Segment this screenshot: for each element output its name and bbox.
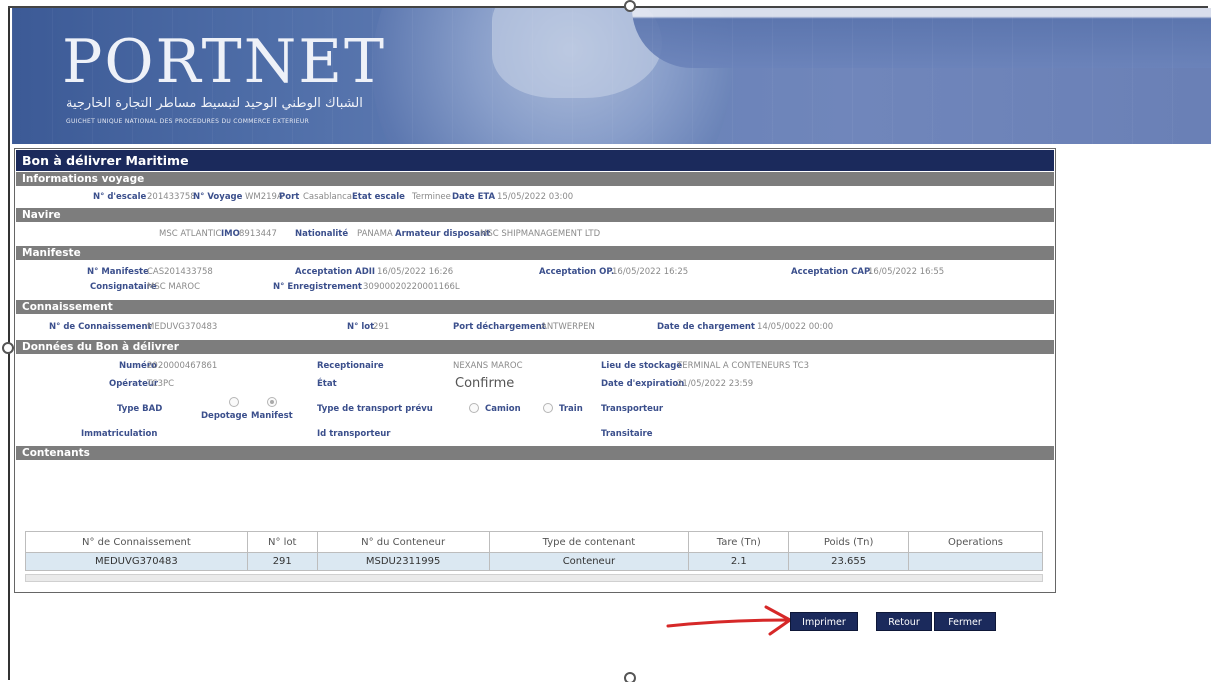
port-value: Casablanca xyxy=(303,192,353,202)
radio-depotage[interactable] xyxy=(229,397,239,407)
voyage-label: N° Voyage xyxy=(193,192,243,202)
col-tare: Tare (Tn) xyxy=(688,531,790,553)
table-scrollbar[interactable] xyxy=(25,574,1043,582)
acceptation-adii-label: Acceptation ADII xyxy=(295,267,376,277)
col-operations: Operations xyxy=(908,531,1043,553)
type-transport-label: Type de transport prévu xyxy=(317,404,433,414)
transporteur-label: Transporteur xyxy=(601,404,664,414)
acceptation-op-label: Acceptation OP. xyxy=(539,267,615,277)
immatriculation-label: Immatriculation xyxy=(81,429,158,439)
escale-value: 201433758 xyxy=(147,192,196,202)
enregistrement-label: N° Enregistrement xyxy=(273,282,362,292)
etat-value: Confirme xyxy=(455,376,515,391)
port-label: Port xyxy=(279,192,300,202)
lieu-stockage-label: Lieu de stockage xyxy=(601,361,683,371)
port-dechargement-value: ANTWERPEN xyxy=(541,322,595,332)
section-navire: Navire xyxy=(16,208,1054,222)
connaissement-num-label: N° de Connaissement xyxy=(49,322,152,332)
panel-title: Bon à délivrer Maritime xyxy=(16,150,1054,171)
col-conteneur: N° du Conteneur xyxy=(316,531,490,553)
enregistrement-value: 30900020220001166L xyxy=(363,282,460,292)
numero-value: 2020000467861 xyxy=(147,361,218,371)
type-bad-label: Type BAD xyxy=(117,404,163,414)
manifeste-num-value: CAS201433758 xyxy=(147,267,213,277)
imo-label: IMO xyxy=(221,229,240,239)
portnet-logo: PORTNET xyxy=(62,27,387,97)
section-donnees-bad: Données du Bon à délivrer xyxy=(16,340,1054,354)
nationalite-label: Nationalité xyxy=(295,229,349,239)
logo-arabic-tagline: الشباك الوطني الوحيد لتبسيط مساطر التجار… xyxy=(66,96,363,111)
acceptation-adii-value: 16/05/2022 16:26 xyxy=(377,267,454,277)
section-informations-voyage: Informations voyage xyxy=(16,172,1054,186)
bon-a-delivrer-panel: Bon à délivrer Maritime Informations voy… xyxy=(14,148,1056,593)
date-expiration-label: Date d'expiration xyxy=(601,379,685,389)
col-poids: Poids (Tn) xyxy=(788,531,910,553)
resize-handle-bottom[interactable] xyxy=(624,672,636,682)
table-header-row: N° de Connaissement N° lot N° du Contene… xyxy=(25,531,1043,553)
voyage-value: WM219A xyxy=(245,192,283,202)
cell-operations[interactable] xyxy=(908,552,1043,571)
col-connaissement: N° de Connaissement xyxy=(25,531,248,553)
imprimer-button[interactable]: Imprimer xyxy=(790,612,858,631)
radio-camion[interactable] xyxy=(469,403,479,413)
connaissement-num-value: MEDUVG370483 xyxy=(147,322,218,332)
cell-tare: 2.1 xyxy=(688,552,790,571)
navire-name: MSC ATLANTIC xyxy=(159,229,222,239)
etat-escale-label: Etat escale xyxy=(352,192,405,202)
receptionaire-label: Receptionaire xyxy=(317,361,384,371)
acceptation-op-value: 16/05/2022 16:25 xyxy=(612,267,689,277)
date-chargement-label: Date de chargement xyxy=(657,322,755,332)
consignataire-value: MSC MAROC xyxy=(147,282,201,292)
logo-french-tagline: GUICHET UNIQUE NATIONAL DES PROCEDURES D… xyxy=(66,118,310,125)
transitaire-label: Transitaire xyxy=(601,429,653,439)
page: PORTNET الشباك الوطني الوحيد لتبسيط مساط… xyxy=(0,0,1211,682)
operateur-value: TC3PC xyxy=(147,379,175,389)
cell-lot: 291 xyxy=(246,552,318,571)
lieu-stockage-value: TERMINAL A CONTENEURS TC3 xyxy=(677,361,809,371)
col-lot: N° lot xyxy=(246,531,318,553)
armateur-value: MSC SHIPMANAGEMENT LTD xyxy=(480,229,601,239)
armateur-label: Armateur disposant xyxy=(395,229,491,239)
eta-value: 15/05/2022 03:00 xyxy=(497,192,574,202)
escale-label: N° d'escale xyxy=(93,192,147,202)
lot-value: 291 xyxy=(373,322,390,332)
resize-handle-top[interactable] xyxy=(624,0,636,12)
date-chargement-value: 14/05/0022 00:00 xyxy=(757,322,834,332)
camion-option-label[interactable]: Camion xyxy=(485,404,521,414)
resize-handle-left[interactable] xyxy=(2,342,14,354)
cell-conteneur: MSDU2311995 xyxy=(316,552,490,571)
receptionaire-value: NEXANS MAROC xyxy=(453,361,523,371)
cell-type-contenant: Conteneur xyxy=(488,552,690,571)
train-option-label[interactable]: Train xyxy=(559,404,583,414)
acceptation-cap-label: Acceptation CAP. xyxy=(791,267,872,277)
col-type-contenant: Type de contenant xyxy=(488,531,690,553)
table-row[interactable]: MEDUVG370483 291 MSDU2311995 Conteneur 2… xyxy=(25,552,1043,571)
imo-value: 8913447 xyxy=(239,229,277,239)
acceptation-cap-value: 16/05/2022 16:55 xyxy=(868,267,945,277)
section-manifeste: Manifeste xyxy=(16,246,1054,260)
manifeste-num-label: N° Manifeste xyxy=(87,267,149,277)
port-dechargement-label: Port déchargement xyxy=(453,322,546,332)
contenants-table: N° de Connaissement N° lot N° du Contene… xyxy=(25,531,1043,571)
red-annotation-arrow xyxy=(666,605,792,636)
cell-connaissement: MEDUVG370483 xyxy=(25,552,248,571)
radio-train[interactable] xyxy=(543,403,553,413)
eta-label: Date ETA xyxy=(452,192,496,202)
nationalite-value: PANAMA xyxy=(357,229,393,239)
portnet-banner: PORTNET الشباك الوطني الوحيد لتبسيط مساط… xyxy=(12,8,1211,144)
etat-label: État xyxy=(317,379,337,389)
id-transporteur-label: Id transporteur xyxy=(317,429,391,439)
cell-poids: 23.655 xyxy=(788,552,910,571)
fermer-button[interactable]: Fermer xyxy=(934,612,996,631)
etat-escale-value: Terminee xyxy=(412,192,451,202)
section-connaissement: Connaissement xyxy=(16,300,1054,314)
lot-label: N° lot xyxy=(347,322,375,332)
depotage-option-label[interactable]: Depotage xyxy=(201,411,247,421)
section-contenants: Contenants xyxy=(16,446,1054,460)
date-expiration-value: 21/05/2022 23:59 xyxy=(677,379,754,389)
retour-button[interactable]: Retour xyxy=(876,612,932,631)
radio-manifest[interactable] xyxy=(267,397,277,407)
manifest-option-label[interactable]: Manifest xyxy=(251,411,293,421)
